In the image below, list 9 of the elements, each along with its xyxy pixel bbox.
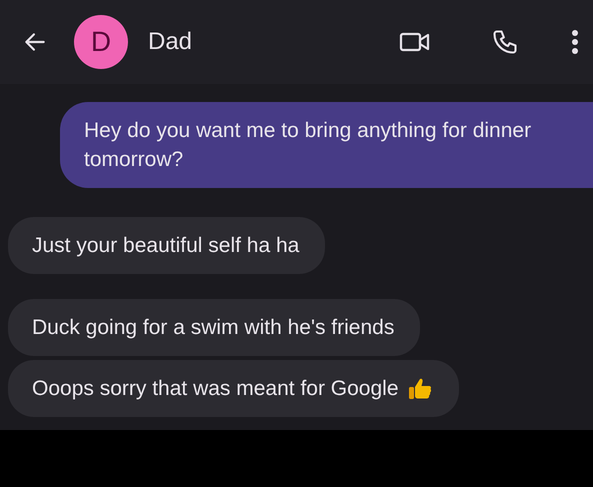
sent-message: Hey do you want me to bring anything for dinner tomorrow? (60, 102, 593, 188)
more-options-icon[interactable] (571, 29, 579, 55)
received-message: Ooops sorry that was meant for Google (8, 360, 459, 417)
video-call-icon[interactable] (399, 30, 431, 54)
contact-name: Dad (148, 28, 194, 56)
contact-avatar[interactable]: D (74, 15, 128, 69)
phone-icon[interactable] (491, 28, 519, 56)
received-message: Just your beautiful self ha ha (8, 217, 326, 274)
received-message: Duck going for a swim with he's friends (8, 299, 420, 356)
